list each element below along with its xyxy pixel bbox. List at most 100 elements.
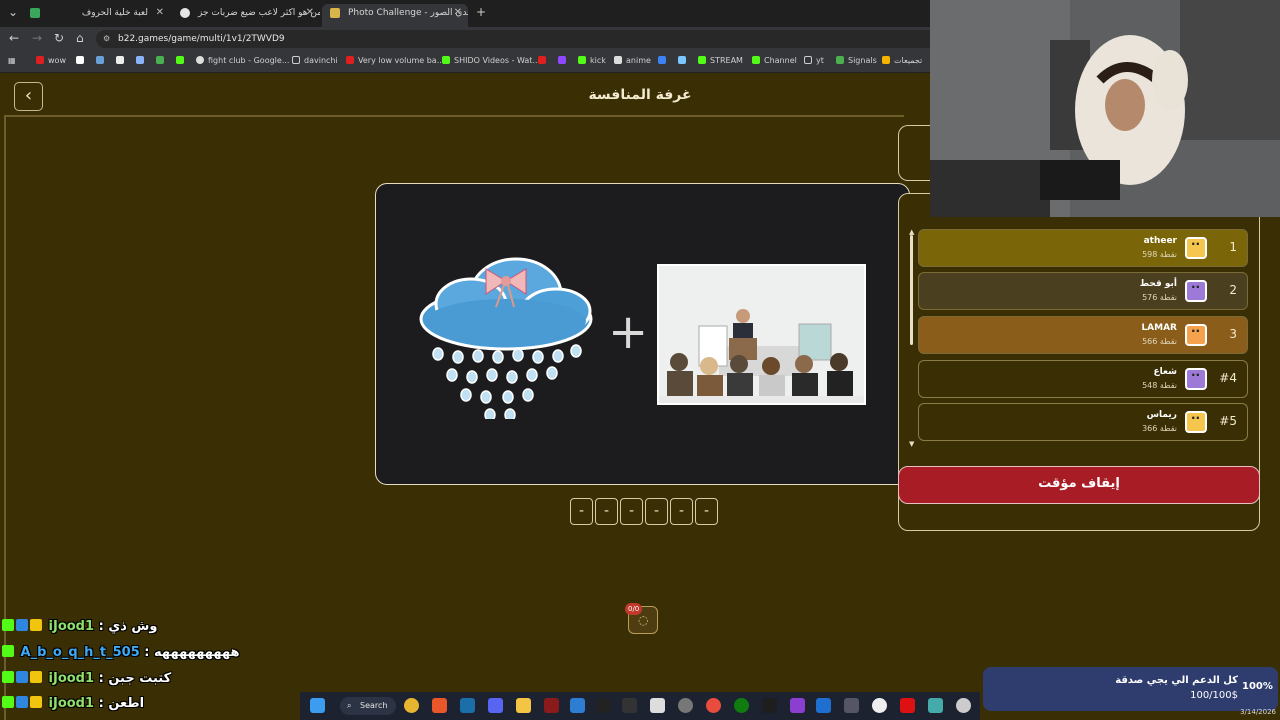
letter-slot[interactable]: - <box>645 498 668 525</box>
youtube-icon <box>36 56 44 64</box>
tab-google-search[interactable]: من هو اكثر لاعب ضيع ضربات جز ✕ <box>172 4 320 27</box>
chat-username[interactable]: A_b_o_q_h_t_505 <box>21 645 140 660</box>
url-text: b22.games/game/multi/1v1/2TWVD9 <box>118 34 285 44</box>
app-icon[interactable] <box>844 698 859 713</box>
steam-icon[interactable] <box>460 698 475 713</box>
chat-username[interactable]: iJood1 <box>49 671 95 686</box>
windows-start-icon[interactable] <box>310 698 325 713</box>
tiktok-icon[interactable] <box>76 56 88 65</box>
chrome-icon[interactable] <box>404 698 419 713</box>
bookmark-yt[interactable]: yt <box>804 56 824 65</box>
letter-slot[interactable]: - <box>620 498 643 525</box>
kick-badge-icon <box>2 696 14 708</box>
app-icon[interactable] <box>816 698 831 713</box>
apps-grid-icon[interactable]: ▦ <box>8 56 16 65</box>
letter-slot[interactable]: - <box>595 498 618 525</box>
bookmark-label: anime <box>626 56 651 65</box>
reload-icon[interactable]: ↻ <box>54 31 64 45</box>
app-icon[interactable] <box>790 698 805 713</box>
twitch-icon[interactable] <box>558 56 570 65</box>
chat-username[interactable]: iJood1 <box>49 696 95 711</box>
app-icon[interactable] <box>544 698 559 713</box>
pause-button[interactable]: إيقاف مؤقت <box>898 466 1260 504</box>
chat-message: A_b_o_q_h_t_505 : هههههههههه <box>2 645 240 667</box>
bookmark-icon[interactable] <box>658 56 670 65</box>
color-app-icon[interactable] <box>706 698 721 713</box>
kick-badge-icon <box>2 671 14 683</box>
bookmark-low-volume[interactable]: Very low volume ba... <box>346 56 444 65</box>
crown-badge-icon <box>30 671 42 683</box>
anime-icon <box>614 56 622 64</box>
app-icon[interactable] <box>900 698 915 713</box>
tab-letters-game[interactable]: لعبة خلية الحروف ✕ <box>22 4 170 27</box>
rank-number: 1 <box>1229 240 1237 254</box>
photo-challenge-favicon-icon <box>330 8 340 18</box>
bookmark-collections[interactable]: تجميعات <box>882 56 922 65</box>
back-arrow-icon[interactable]: ← <box>9 31 19 45</box>
home-icon[interactable]: ⌂ <box>76 31 84 45</box>
bookmark-label: kick <box>590 56 606 65</box>
file-explorer-icon[interactable] <box>516 698 531 713</box>
windows-taskbar: ⌕ Search <box>300 692 980 720</box>
bookmark-icon[interactable] <box>136 56 148 65</box>
player-name: LAMAR <box>1141 323 1177 333</box>
letter-slot[interactable]: - <box>570 498 593 525</box>
xbox-icon[interactable] <box>734 698 749 713</box>
bookmark-davinchi[interactable]: davinchi <box>292 56 338 65</box>
tab-photo-challenge[interactable]: Photo Challenge - تحدي الصور ✕ <box>322 4 468 27</box>
app-icon[interactable] <box>570 698 585 713</box>
app-icon[interactable] <box>956 698 971 713</box>
rank-number: 2 <box>1229 283 1237 297</box>
donation-goal-widget: 100% كل الدعم الي يجي صدقة 100/100$ <box>983 667 1278 711</box>
forward-arrow-icon[interactable]: → <box>32 31 42 45</box>
rank-number: #5 <box>1219 414 1237 428</box>
bookmark-icon[interactable] <box>96 56 108 65</box>
donation-percent: 100% <box>1242 681 1273 692</box>
site-info-icon[interactable]: ⚙ <box>103 30 110 48</box>
epic-games-icon[interactable] <box>596 698 611 713</box>
tab-list-chevron-icon[interactable]: ⌄ <box>8 5 18 19</box>
bookmark-stream[interactable]: STREAM <box>698 56 743 65</box>
bookmark-channel[interactable]: Channel <box>752 56 797 65</box>
letter-slot[interactable]: - <box>695 498 718 525</box>
leaderboard-scrollbar[interactable] <box>910 235 913 345</box>
app-icon[interactable] <box>928 698 943 713</box>
terminal-icon[interactable] <box>622 698 637 713</box>
bookmark-shido[interactable]: SHIDO Videos - Wat... <box>442 56 540 65</box>
amazon-icon[interactable] <box>116 56 128 65</box>
bookmark-fight-club[interactable]: fight club - Google... <box>196 56 289 65</box>
kick-badge-icon <box>2 645 14 657</box>
close-tab-icon[interactable]: ✕ <box>156 4 164 22</box>
webcam-feed-image <box>930 0 1280 217</box>
youtube-icon[interactable] <box>538 56 550 65</box>
bookmark-wow[interactable]: wow <box>36 56 66 65</box>
app-icon[interactable] <box>762 698 777 713</box>
new-tab-button[interactable]: + <box>476 5 486 19</box>
scroll-down-icon[interactable]: ▼ <box>909 440 914 448</box>
taskbar-search[interactable]: ⌕ Search <box>340 697 396 715</box>
google-icon <box>180 8 190 18</box>
settings-icon[interactable] <box>678 698 693 713</box>
letter-slot[interactable]: - <box>670 498 693 525</box>
kick-icon[interactable] <box>176 56 188 65</box>
brave-icon[interactable] <box>432 698 447 713</box>
close-tab-icon[interactable]: ✕ <box>306 4 314 22</box>
close-tab-icon[interactable]: ✕ <box>454 4 462 22</box>
bookmark-anime[interactable]: anime <box>614 56 651 65</box>
app-icon[interactable] <box>872 698 887 713</box>
player-name: شعاع <box>1153 367 1177 377</box>
bookmark-signals[interactable]: Signals <box>836 56 877 65</box>
bookmark-kick[interactable]: kick <box>578 56 606 65</box>
download-icon[interactable] <box>156 56 168 65</box>
google-icon <box>196 56 204 64</box>
url-field[interactable]: ⚙ b22.games/game/multi/1v1/2TWVD9 <box>96 30 936 48</box>
player-points: 598 نقطة <box>1142 250 1177 259</box>
player-avatar-icon <box>1185 368 1207 390</box>
discord-icon[interactable] <box>488 698 503 713</box>
bookmark-icon[interactable] <box>678 56 690 65</box>
player-avatar-icon <box>1185 280 1207 302</box>
chat-username[interactable]: iJood1 <box>49 619 95 634</box>
notepad-icon[interactable] <box>650 698 665 713</box>
back-button[interactable]: ‹ <box>14 82 43 111</box>
rank-number: 3 <box>1229 327 1237 341</box>
